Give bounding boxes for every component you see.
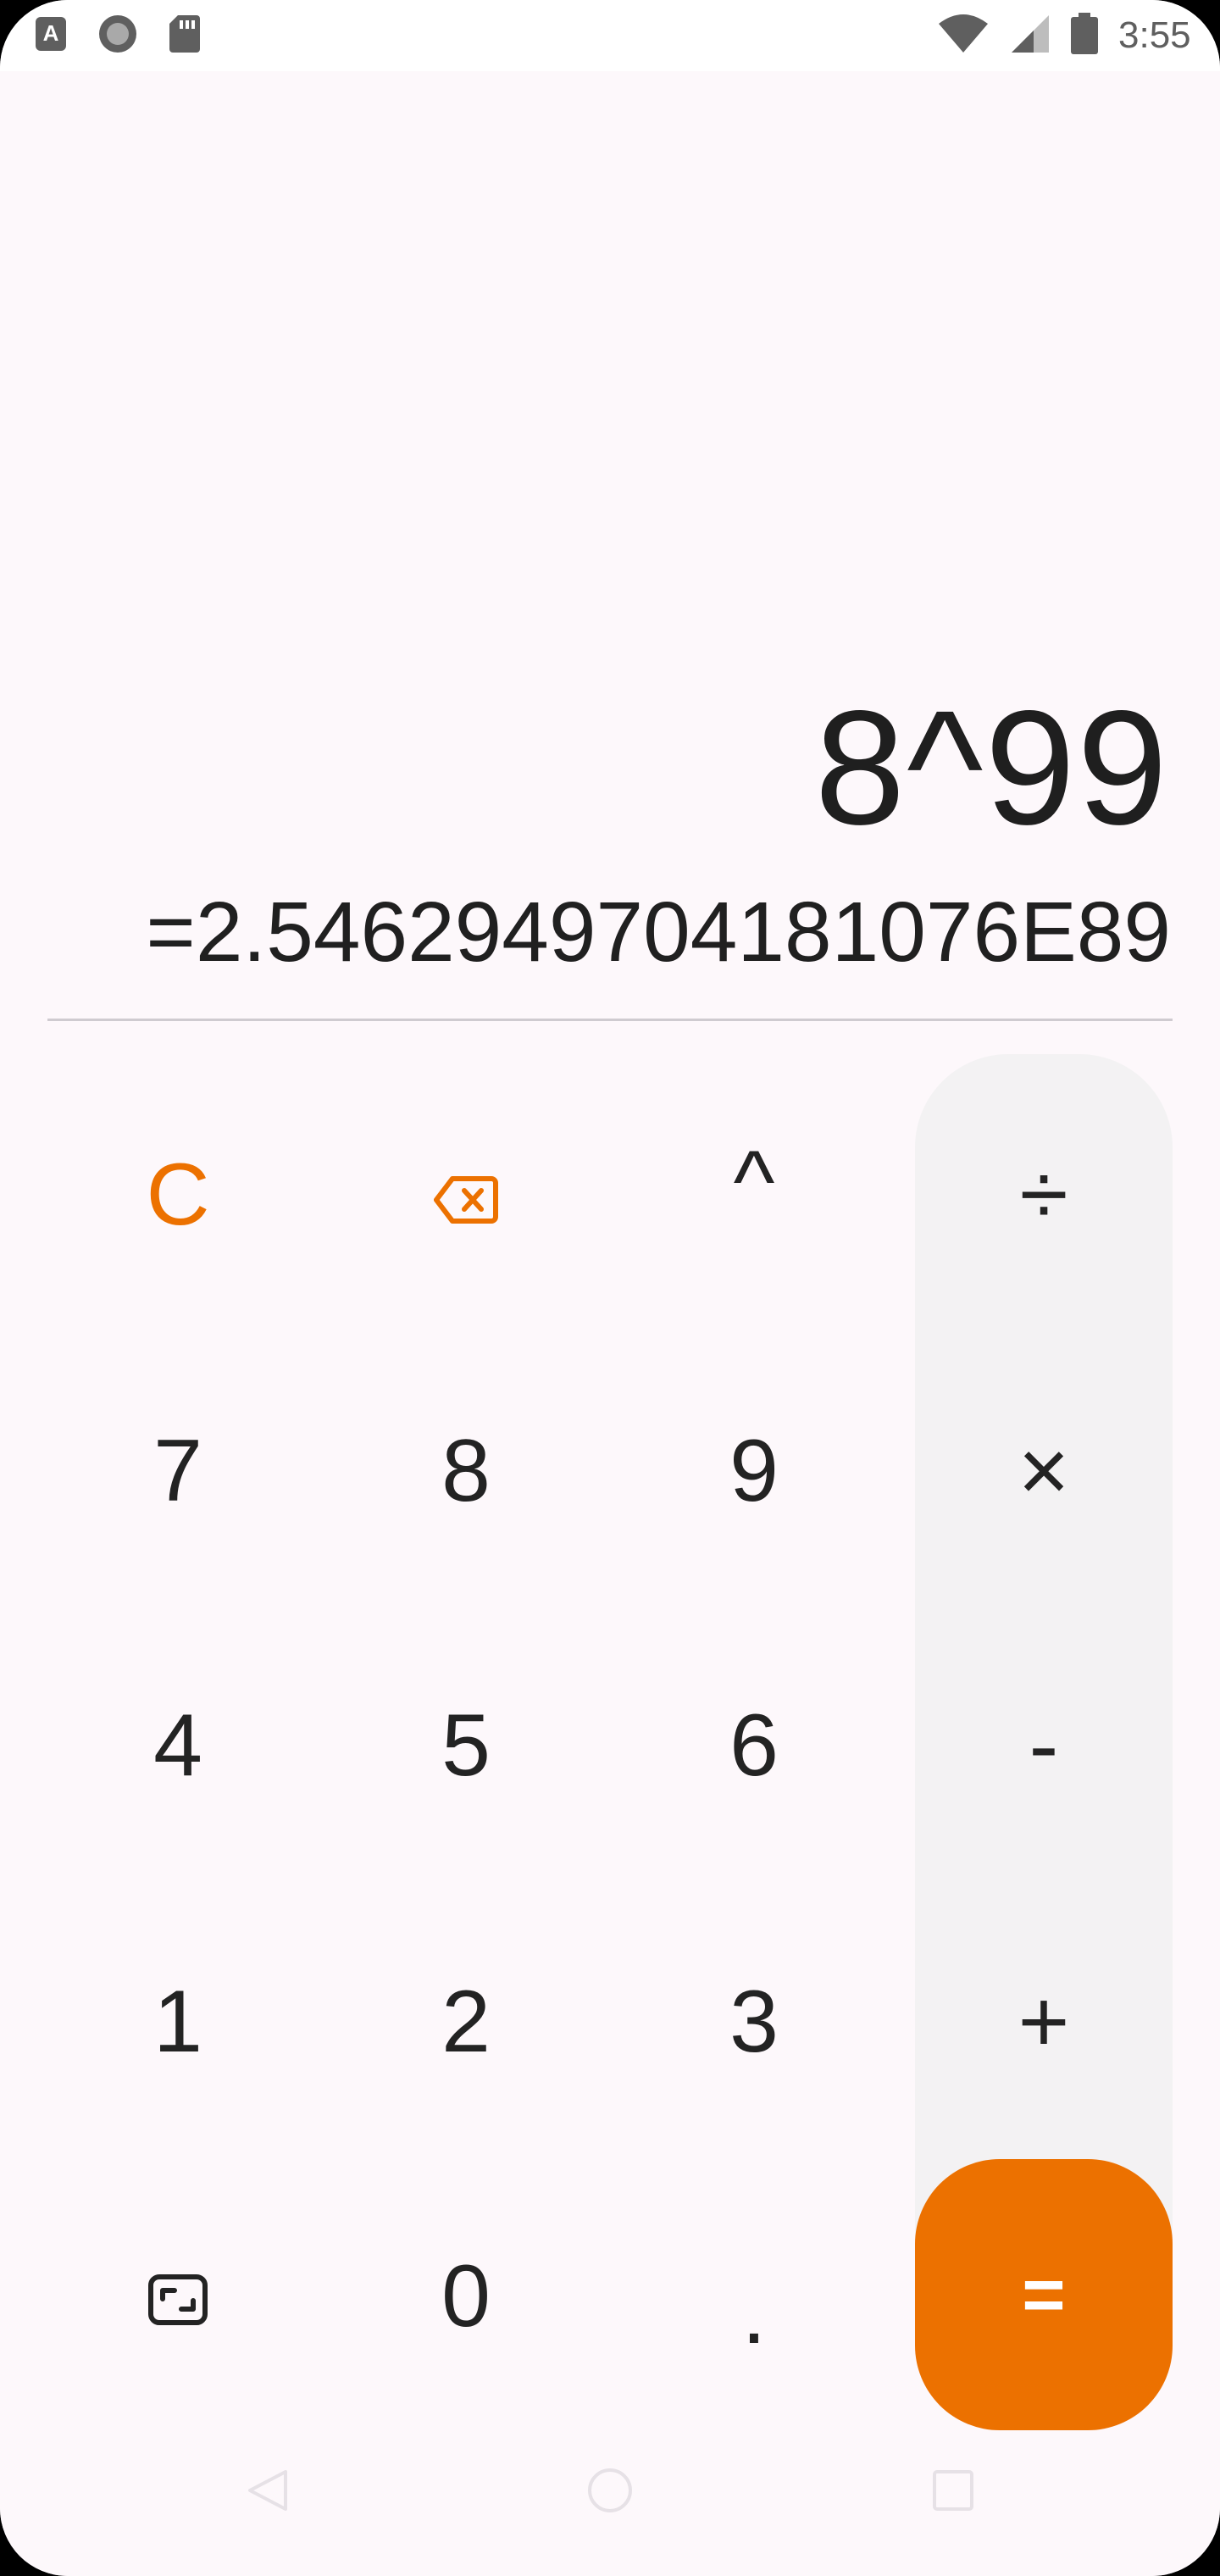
three-button[interactable]: 3 (627, 1895, 881, 2149)
four-button[interactable]: 4 (51, 1618, 305, 1873)
expression-display[interactable]: 8^99 (815, 686, 1169, 849)
clear-label: C (146, 1146, 210, 1244)
backspace-icon (434, 1145, 498, 1246)
expand-mode-icon (147, 2246, 208, 2347)
five-label: 5 (441, 1696, 491, 1795)
status-right-icons: 3:55 (937, 12, 1220, 59)
wifi-icon (937, 14, 990, 58)
three-label: 3 (729, 1973, 779, 2071)
four-label: 4 (153, 1696, 202, 1795)
status-bar: A 3:55 (0, 0, 1220, 71)
text-a-icon: A (34, 15, 68, 57)
zero-label: 0 (441, 2247, 491, 2346)
back-button[interactable] (229, 2454, 305, 2530)
circle-record-icon (97, 13, 139, 59)
eight-label: 8 (441, 1422, 491, 1520)
nine-label: 9 (729, 1422, 779, 1520)
sd-card-icon (168, 14, 202, 58)
back-icon (241, 2465, 292, 2520)
two-label: 2 (441, 1973, 491, 2071)
display-divider (47, 1019, 1173, 1021)
navigation-bar (0, 2437, 1220, 2576)
battery-icon (1069, 12, 1100, 60)
two-button[interactable]: 2 (339, 1895, 593, 2149)
recents-icon (928, 2465, 979, 2520)
five-button[interactable]: 5 (339, 1618, 593, 1873)
add-label: + (1018, 1973, 1070, 2071)
eight-button[interactable]: 8 (339, 1344, 593, 1598)
seven-label: 7 (153, 1422, 202, 1520)
one-button[interactable]: 1 (51, 1895, 305, 2149)
result-display: =2.5462949704181076E89 (146, 885, 1171, 980)
equals-button[interactable]: = (915, 2159, 1173, 2430)
multiply-button[interactable]: × (917, 1344, 1171, 1598)
clear-button[interactable]: C (51, 1068, 305, 1322)
six-button[interactable]: 6 (627, 1618, 881, 1873)
divide-label: ÷ (1019, 1146, 1068, 1244)
home-button[interactable] (572, 2454, 648, 2530)
backspace-button[interactable] (339, 1068, 593, 1322)
decimal-button[interactable]: . (627, 2186, 881, 2440)
cell-signal-icon (1008, 14, 1051, 58)
six-label: 6 (729, 1696, 779, 1795)
multiply-label: × (1018, 1422, 1070, 1520)
subtract-button[interactable]: - (917, 1618, 1171, 1873)
decimal-label: . (741, 2264, 767, 2362)
svg-text:A: A (43, 20, 59, 46)
subtract-label: - (1029, 1696, 1059, 1795)
calculator-screen: A 3:55 8^99 =2.5462949704181076E89 C ^ ÷… (0, 0, 1220, 2576)
power-label: ^ (733, 1133, 775, 1231)
nine-button[interactable]: 9 (627, 1344, 881, 1598)
toggle-mode-button[interactable] (51, 2169, 305, 2423)
status-left-icons: A (34, 12, 202, 59)
zero-button[interactable]: 0 (339, 2169, 593, 2423)
one-label: 1 (153, 1973, 202, 2071)
home-icon (585, 2465, 635, 2520)
divide-button[interactable]: ÷ (917, 1068, 1171, 1322)
add-button[interactable]: + (917, 1895, 1171, 2149)
recents-button[interactable] (915, 2454, 991, 2530)
seven-button[interactable]: 7 (51, 1344, 305, 1598)
power-button[interactable]: ^ (627, 1055, 881, 1309)
equals-label: = (1022, 2252, 1066, 2336)
status-time: 3:55 (1118, 14, 1191, 56)
